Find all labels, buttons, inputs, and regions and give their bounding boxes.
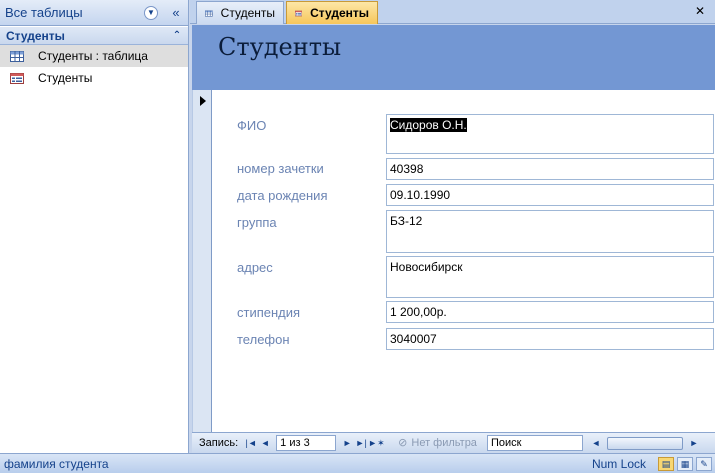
nav-item-label: Студенты : таблица bbox=[38, 49, 148, 63]
record-navigation-bar: Запись: |◄ ◄ 1 из 3 ► ►| ►✶ ⊘ Нет фильтр… bbox=[192, 432, 715, 453]
nav-item-label: Студенты bbox=[38, 71, 93, 85]
close-icon[interactable]: ✕ bbox=[695, 4, 705, 18]
previous-record-icon[interactable]: ◄ bbox=[258, 438, 272, 448]
field-label-phone: телефон bbox=[237, 332, 290, 347]
field-label-record-book: номер зачетки bbox=[237, 161, 324, 176]
field-label-birth-date: дата рождения bbox=[237, 188, 328, 203]
form-icon bbox=[10, 72, 24, 84]
record-label: Запись: bbox=[199, 437, 239, 449]
form-header: Студенты bbox=[192, 25, 715, 90]
first-record-icon[interactable]: |◄ bbox=[244, 438, 258, 448]
nav-group-header[interactable]: Студенты ⌃ bbox=[0, 27, 188, 45]
address-field[interactable]: Новосибирск bbox=[386, 256, 714, 298]
last-record-icon[interactable]: ►| bbox=[354, 438, 368, 448]
field-label-address: адрес bbox=[237, 260, 273, 275]
search-input[interactable]: Поиск bbox=[486, 435, 583, 451]
current-record-input[interactable]: 1 из 3 bbox=[276, 435, 337, 451]
field-label-fio: ФИО bbox=[237, 118, 267, 133]
birth-date-field[interactable]: 09.10.1990 bbox=[386, 184, 714, 206]
fio-value: Сидоров О.Н. bbox=[390, 118, 467, 132]
form-view-icon[interactable]: ▤ bbox=[658, 456, 674, 471]
tab-label: Студенты bbox=[220, 6, 275, 20]
current-record-arrow-icon bbox=[200, 96, 206, 106]
field-label-group: группа bbox=[237, 215, 277, 230]
filter-toggle[interactable]: ⊘ Нет фильтра bbox=[394, 435, 481, 452]
next-record-icon[interactable]: ► bbox=[340, 438, 354, 448]
record-selector[interactable] bbox=[192, 90, 212, 432]
table-icon bbox=[10, 50, 24, 62]
num-lock-indicator: Num Lock bbox=[591, 456, 646, 471]
nav-group-title: Студенты bbox=[6, 28, 65, 43]
scroll-thumb[interactable] bbox=[607, 436, 683, 450]
form-title: Студенты bbox=[218, 33, 342, 61]
group-collapse-icon[interactable]: ⌃ bbox=[166, 30, 188, 41]
tab-students-form[interactable]: Студенты bbox=[286, 1, 378, 24]
fio-field[interactable]: Сидоров О.Н. bbox=[386, 114, 714, 154]
nav-pane-header[interactable]: Все таблицы ▼ « bbox=[0, 0, 188, 26]
document-tabs: Студенты Студенты ✕ bbox=[190, 0, 715, 24]
new-record-icon[interactable]: ►✶ bbox=[368, 438, 384, 449]
stipend-field[interactable]: 1 200,00р. bbox=[386, 301, 714, 323]
scroll-left-icon[interactable]: ◄ bbox=[589, 438, 603, 448]
group-field[interactable]: БЗ-12 bbox=[386, 210, 714, 253]
nav-item-students-table[interactable]: Студенты : таблица bbox=[0, 45, 188, 67]
nav-item-students-form[interactable]: Студенты bbox=[0, 67, 188, 89]
datasheet-view-icon[interactable]: ▦ bbox=[677, 456, 693, 471]
record-book-field[interactable]: 40398 bbox=[386, 158, 714, 180]
form-detail: ФИО Сидоров О.Н. номер зачетки 40398 дат… bbox=[212, 90, 715, 432]
horizontal-scrollbar[interactable]: ◄ ► bbox=[589, 435, 709, 451]
tab-students-table[interactable]: Студенты bbox=[196, 1, 284, 24]
form-icon bbox=[295, 10, 303, 16]
status-bar: фамилия студента Num Lock ▤ ▦ ✎ bbox=[0, 453, 715, 473]
design-view-icon[interactable]: ✎ bbox=[696, 456, 712, 471]
filter-label: Нет фильтра bbox=[411, 437, 477, 449]
navigation-pane: Все таблицы ▼ « Студенты ⌃ Студенты : та… bbox=[0, 0, 189, 453]
scroll-right-icon[interactable]: ► bbox=[687, 438, 701, 448]
phone-field[interactable]: 3040007 bbox=[386, 328, 714, 350]
status-text: фамилия студента bbox=[4, 456, 109, 471]
nav-pane-title: Все таблицы bbox=[5, 5, 83, 20]
table-icon bbox=[205, 9, 213, 17]
field-label-stipend: стипендия bbox=[237, 305, 301, 320]
collapse-pane-icon[interactable]: « bbox=[168, 5, 184, 20]
tab-label: Студенты bbox=[310, 6, 369, 20]
nav-menu-chevron-icon[interactable]: ▼ bbox=[144, 5, 158, 20]
no-filter-icon: ⊘ bbox=[398, 437, 408, 449]
